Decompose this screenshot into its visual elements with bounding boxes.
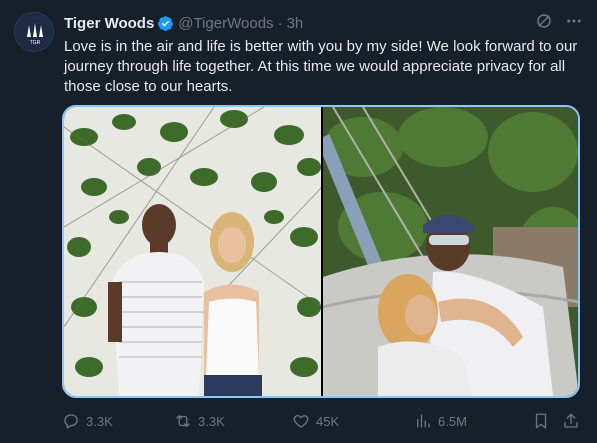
- share-button[interactable]: [562, 412, 580, 430]
- reply-count: 3.3K: [86, 413, 113, 429]
- author-name[interactable]: Tiger Woods: [64, 15, 154, 32]
- photo-couple-ivy-wall: [64, 107, 321, 396]
- photo-couple-hammock: [323, 107, 578, 396]
- avatar-logo-text: TGR: [30, 40, 41, 46]
- verified-badge-icon[interactable]: [157, 15, 174, 32]
- views-button[interactable]: 6.5M: [414, 412, 467, 430]
- views-count: 6.5M: [438, 413, 467, 429]
- media-photo-2[interactable]: [323, 107, 578, 396]
- tweet-media[interactable]: [62, 105, 580, 398]
- reply-icon: [64, 414, 78, 429]
- repost-icon: [176, 415, 190, 427]
- header-separator: ·: [277, 14, 283, 32]
- share-icon: [564, 413, 578, 428]
- author-handle[interactable]: @TigerWoods: [178, 15, 273, 32]
- avatar[interactable]: TGR: [14, 12, 54, 52]
- views-icon: [417, 414, 430, 428]
- action-bar: 3.3K 3.3K 45K 6.5M: [62, 410, 582, 432]
- bookmark-button[interactable]: [532, 412, 550, 430]
- heart-icon: [293, 415, 309, 428]
- tgr-logo-icon: TGR: [15, 13, 53, 51]
- repost-button[interactable]: 3.3K: [174, 412, 225, 430]
- tweet-text: Love is in the air and life is better wi…: [64, 38, 578, 95]
- tweet[interactable]: TGR Tiger Woods @TigerWoods · 3h Love is…: [0, 0, 597, 443]
- tweet-header: Tiger Woods @TigerWoods · 3h: [64, 12, 583, 34]
- grok-icon[interactable]: [535, 12, 553, 30]
- like-count: 45K: [316, 413, 340, 429]
- reply-button[interactable]: 3.3K: [62, 412, 113, 430]
- more-icon[interactable]: [565, 12, 583, 30]
- bookmark-icon: [535, 413, 547, 429]
- media-photo-1[interactable]: [64, 107, 321, 396]
- tweet-timestamp[interactable]: 3h: [287, 15, 304, 32]
- repost-count: 3.3K: [198, 413, 225, 429]
- like-button[interactable]: 45K: [292, 412, 339, 430]
